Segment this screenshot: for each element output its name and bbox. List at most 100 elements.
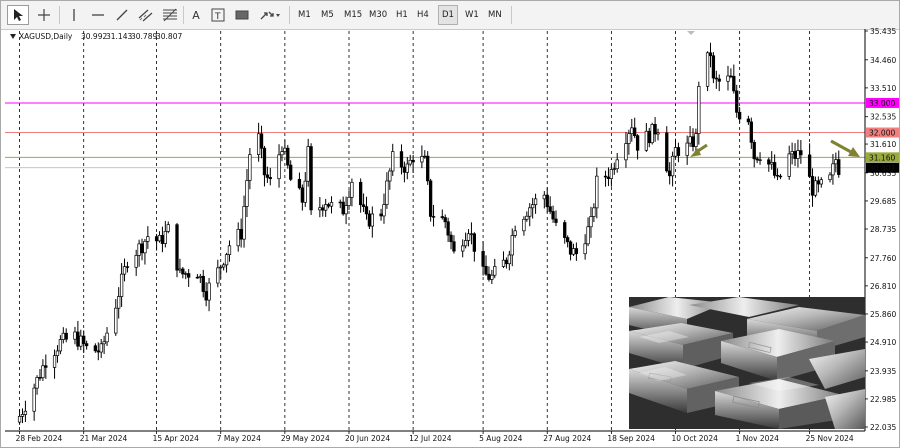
candle — [140, 238, 144, 261]
candle — [154, 233, 159, 251]
candle-body — [533, 198, 538, 206]
candle — [799, 140, 803, 164]
candle-body — [347, 196, 351, 206]
candle — [790, 142, 794, 165]
candle — [630, 118, 634, 142]
candle-body — [61, 332, 65, 340]
candle-body — [644, 130, 649, 151]
candle-body — [157, 235, 162, 242]
chart-shift-marker-icon[interactable] — [687, 31, 695, 35]
candle-body — [583, 243, 587, 255]
candle — [23, 400, 28, 423]
candle — [219, 264, 223, 279]
ohlc-low: 30.789 — [131, 32, 157, 41]
candle — [187, 269, 191, 287]
candle — [329, 196, 334, 214]
candle — [813, 176, 818, 198]
candle — [612, 162, 616, 175]
candle-body — [154, 236, 159, 242]
candle-body — [810, 176, 815, 196]
candle — [125, 261, 130, 273]
candle — [239, 218, 243, 248]
candle — [143, 238, 147, 265]
candle-body — [350, 181, 354, 198]
candle — [280, 146, 284, 162]
candle — [44, 354, 48, 379]
candle — [528, 203, 532, 227]
price-tick-label: 29.685 — [870, 197, 896, 206]
candle-body — [787, 153, 791, 177]
candle-body — [542, 194, 546, 200]
candle-body — [563, 222, 567, 238]
candle-body — [318, 207, 322, 211]
candle — [399, 144, 404, 175]
candle — [472, 232, 477, 262]
candle-body — [84, 343, 89, 347]
price-tick-label: 31.610 — [870, 140, 896, 149]
candle — [507, 250, 511, 271]
candle — [819, 177, 823, 188]
candle — [778, 173, 783, 180]
candle — [117, 287, 121, 319]
candle-body — [367, 213, 372, 227]
candle — [653, 117, 657, 142]
candle — [676, 142, 681, 163]
candle-body — [807, 154, 812, 177]
collapse-triangle-icon[interactable] — [10, 34, 16, 39]
candle-body — [408, 159, 412, 165]
candle-body — [484, 265, 488, 275]
candle — [816, 176, 821, 193]
candle — [134, 249, 138, 276]
candle-body — [472, 233, 477, 252]
candle-body — [82, 335, 86, 344]
candle-body — [735, 90, 739, 113]
candle-body — [41, 365, 45, 379]
candle — [729, 68, 733, 79]
candle — [746, 115, 751, 125]
candle-body — [166, 224, 170, 232]
candle-body — [633, 127, 637, 137]
candle-body — [586, 226, 590, 245]
time-tick-label: 25 Nov 2024 — [806, 434, 854, 443]
price-tick-label: 28.735 — [870, 225, 896, 234]
time-tick-label: 5 Aug 2024 — [479, 434, 522, 443]
candle — [551, 205, 555, 223]
candle — [796, 139, 800, 168]
candle — [204, 282, 208, 307]
candle — [545, 187, 549, 213]
candle-body — [481, 251, 485, 267]
ohlc-high: 31.143 — [106, 32, 132, 41]
candle-body — [99, 343, 103, 353]
candle — [198, 273, 202, 283]
price-tick-label: 34.460 — [870, 56, 896, 65]
candle — [119, 263, 124, 307]
candle — [184, 271, 188, 280]
candle-body — [248, 154, 252, 181]
candle — [321, 204, 325, 217]
candle — [568, 240, 573, 261]
price-tick-label: 32.535 — [870, 113, 896, 122]
candle — [461, 239, 465, 258]
candle-body — [102, 341, 106, 345]
candle-body — [443, 217, 447, 223]
price-axis: 35.43534.46033.51032.53531.61030.63529.6… — [865, 27, 896, 432]
candle — [379, 208, 383, 221]
candle-body — [55, 350, 60, 356]
candle — [665, 126, 669, 173]
candle-body — [522, 218, 526, 232]
candle — [35, 375, 39, 395]
candle-body — [627, 133, 631, 144]
price-level-label: 33.000 — [869, 99, 895, 108]
candle-body — [283, 147, 287, 152]
candle — [668, 162, 672, 185]
price-tick-label: 22.985 — [870, 395, 896, 404]
candle — [277, 144, 281, 188]
candle — [99, 338, 103, 359]
candle-body — [510, 235, 514, 256]
candle-body — [391, 151, 395, 172]
candle-body — [370, 213, 374, 227]
candle — [248, 147, 252, 190]
candle — [717, 74, 721, 92]
candle-body — [300, 187, 305, 203]
candle-body — [344, 205, 348, 215]
